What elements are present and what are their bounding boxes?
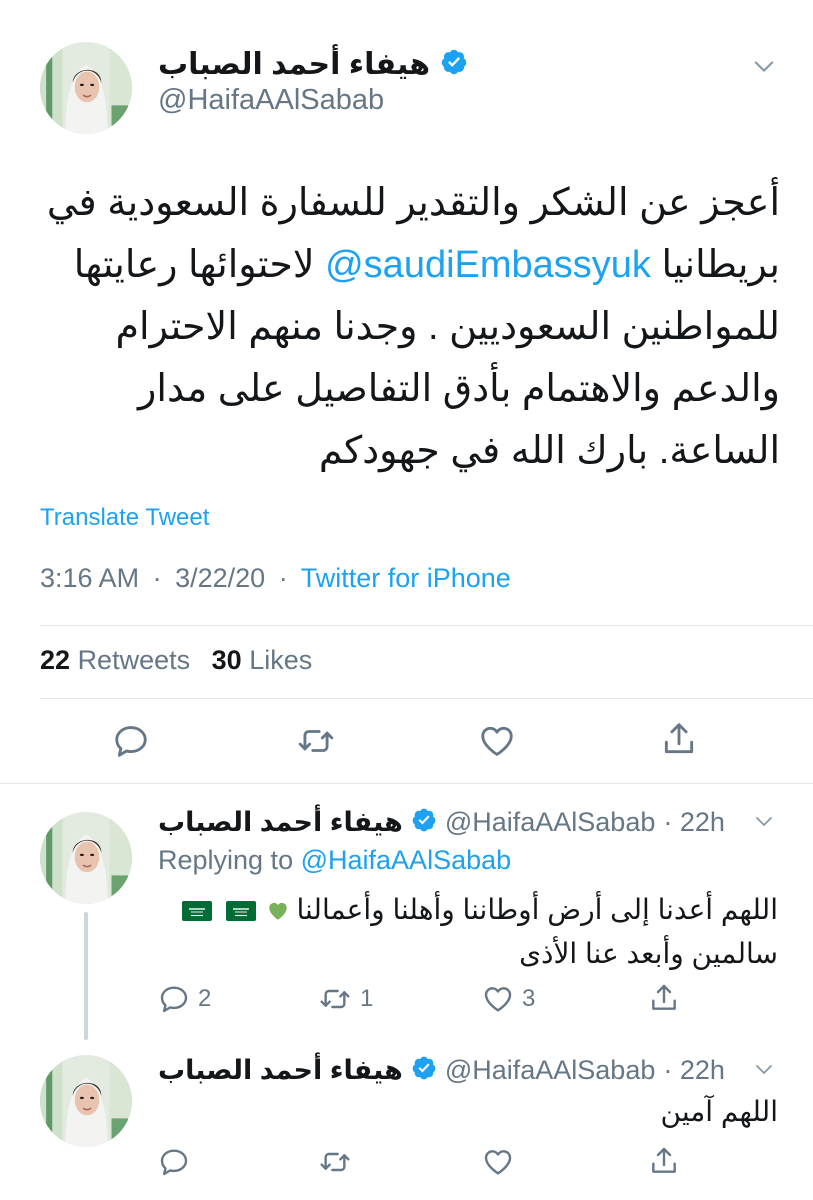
retweets-stat[interactable]: 22 Retweets xyxy=(40,645,198,675)
chevron-down-icon[interactable] xyxy=(752,1057,776,1081)
tweet-text-fragment: اللهم أعدنا إلى أرض أوطاننا وأهلنا وأعما… xyxy=(296,894,778,925)
mention-link[interactable]: @saudiEmbassyuk xyxy=(325,244,651,286)
like-icon xyxy=(482,983,514,1015)
author-row: هيفاء أحمد الصباب xyxy=(158,46,468,82)
retweet-icon xyxy=(318,983,352,1015)
verified-icon xyxy=(411,1055,437,1086)
chevron-down-icon[interactable] xyxy=(752,809,776,833)
retweet-icon xyxy=(296,722,336,760)
reply2-actions-bar xyxy=(158,1146,758,1180)
retweet-button[interactable] xyxy=(296,722,336,760)
reply-icon xyxy=(158,1146,190,1178)
like-count: 3 xyxy=(522,985,536,1012)
main-actions-bar xyxy=(0,718,813,764)
tweet-text-line: بريطانيا @saudiEmbassyuk لاحتوائها رعايت… xyxy=(30,234,780,296)
author-name[interactable]: هيفاء أحمد الصباب xyxy=(158,807,403,838)
replying-label: Replying to xyxy=(158,845,294,875)
tweet-text-line: الساعة. بارك الله في جهودكم xyxy=(318,430,780,472)
like-button[interactable] xyxy=(482,1146,514,1178)
avatar[interactable] xyxy=(40,42,132,134)
chevron-down-icon[interactable] xyxy=(750,52,778,80)
reply-text: اللهم أعدنا إلى أرض أوطاننا وأهلنا وأعما… xyxy=(150,888,778,976)
author-handle[interactable]: @HaifaAAlSabab xyxy=(158,84,384,117)
timestamp-row: 3:16 AM · 3/22/20 · Twitter for iPhone xyxy=(40,563,511,594)
reply-header: هيفاء أحمد الصباب @HaifaAAlSabab · 22h xyxy=(158,1052,725,1088)
share-icon xyxy=(660,720,698,758)
like-button[interactable] xyxy=(478,722,516,760)
reply-icon xyxy=(158,983,190,1015)
replying-to: Replying to @HaifaAAlSabab xyxy=(158,845,511,876)
reply-button[interactable] xyxy=(112,722,150,760)
reply-button[interactable] xyxy=(158,1146,190,1178)
separator: · xyxy=(152,563,162,593)
tweet-text-line: اللهم آمين xyxy=(660,1096,778,1127)
author-name[interactable]: هيفاء أحمد الصباب xyxy=(158,1055,403,1086)
retweet-icon xyxy=(318,1146,352,1178)
saudi-flag-icon xyxy=(226,901,256,921)
divider xyxy=(40,698,813,699)
tweet-time[interactable]: 3:16 AM xyxy=(40,563,139,593)
reply-count: 2 xyxy=(198,985,212,1012)
avatar[interactable] xyxy=(40,1055,132,1147)
time-ago[interactable]: · 22h xyxy=(663,1055,725,1086)
divider xyxy=(40,625,813,626)
translate-tweet-link[interactable]: Translate Tweet xyxy=(40,504,209,532)
retweets-count: 22 xyxy=(40,645,71,675)
share-button[interactable] xyxy=(648,1145,680,1177)
reply-header: هيفاء أحمد الصباب @HaifaAAlSabab · 22h xyxy=(158,804,725,840)
likes-label: Likes xyxy=(249,645,313,675)
reply1-actions-bar: 2 1 3 xyxy=(158,983,758,1017)
engagement-stats: 22 Retweets 30 Likes xyxy=(40,645,312,676)
like-icon xyxy=(482,1146,514,1178)
share-icon xyxy=(648,1145,680,1177)
divider xyxy=(0,783,813,784)
reply-icon xyxy=(112,722,150,760)
like-icon xyxy=(478,722,516,760)
reply-button[interactable]: 2 xyxy=(158,983,211,1015)
retweets-label: Retweets xyxy=(77,645,191,675)
retweet-button[interactable] xyxy=(318,1146,352,1178)
author-name[interactable]: هيفاء أحمد الصباب xyxy=(158,47,430,82)
share-button[interactable] xyxy=(660,720,698,758)
tweet-text-line: اللهم أعدنا إلى أرض أوطاننا وأهلنا وأعما… xyxy=(150,888,778,932)
tweet-text-fragment: بريطانيا xyxy=(661,244,781,286)
verified-icon xyxy=(440,48,468,81)
verified-icon xyxy=(411,807,437,838)
tweet-source[interactable]: Twitter for iPhone xyxy=(301,563,511,593)
author-handle[interactable]: @HaifaAAlSabab xyxy=(445,807,656,838)
share-button[interactable] xyxy=(648,982,680,1014)
tweet-text-line: سالمين وأبعد عنا الأذى xyxy=(519,938,778,969)
saudi-flag-icon xyxy=(182,901,212,921)
replying-to-handle[interactable]: @HaifaAAlSabab xyxy=(301,845,512,875)
separator: · xyxy=(278,563,288,593)
tweet-text-fragment: لاحتوائها رعايتها xyxy=(73,244,315,286)
tweet-text-line: والدعم والاهتمام بأدق التفاصيل على مدار xyxy=(138,368,780,410)
tweet-text-line: أعجز عن الشكر والتقدير للسفارة السعودية … xyxy=(46,182,780,224)
tweet-text: أعجز عن الشكر والتقدير للسفارة السعودية … xyxy=(30,172,780,482)
retweet-button[interactable]: 1 xyxy=(318,983,373,1015)
avatar[interactable] xyxy=(40,812,132,904)
time-ago[interactable]: · 22h xyxy=(663,807,725,838)
thread-connector xyxy=(84,912,88,1040)
author-handle[interactable]: @HaifaAAlSabab xyxy=(445,1055,656,1086)
green-heart-icon xyxy=(267,900,289,922)
reply-text: اللهم آمين xyxy=(150,1090,778,1134)
like-button[interactable]: 3 xyxy=(482,983,535,1015)
share-icon xyxy=(648,982,680,1014)
retweet-count: 1 xyxy=(360,985,374,1012)
likes-stat[interactable]: 30 Likes xyxy=(212,645,313,675)
likes-count: 30 xyxy=(211,645,242,675)
tweet-date[interactable]: 3/22/20 xyxy=(175,563,265,593)
tweet-text-line: للمواطنين السعوديين . وجدنا منهم الاحترا… xyxy=(115,306,780,348)
